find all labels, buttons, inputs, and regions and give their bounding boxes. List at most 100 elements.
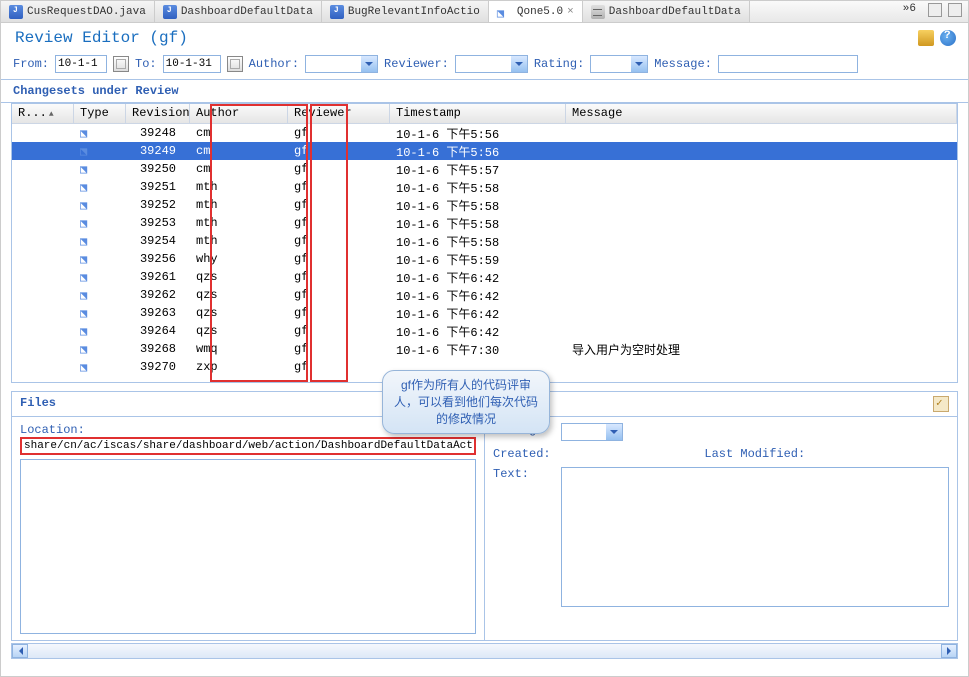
reviewer-select[interactable] bbox=[455, 55, 528, 73]
changeset-icon: ⬔ bbox=[80, 216, 96, 228]
chevron-down-icon[interactable] bbox=[606, 424, 622, 440]
cell-rev: 39253 bbox=[126, 215, 190, 231]
chevron-down-icon[interactable] bbox=[361, 56, 377, 72]
chevron-down-icon[interactable] bbox=[511, 56, 527, 72]
col-author[interactable]: Author bbox=[190, 104, 288, 123]
cell-auth: cm bbox=[190, 125, 288, 141]
to-input[interactable] bbox=[163, 55, 221, 73]
message-input[interactable] bbox=[718, 55, 858, 73]
cell-type: ⬔ bbox=[74, 215, 126, 232]
rating-select[interactable] bbox=[590, 55, 648, 73]
scroll-left-button[interactable] bbox=[12, 644, 28, 658]
rating-label: Rating: bbox=[534, 57, 584, 71]
scroll-right-button[interactable] bbox=[941, 644, 957, 658]
package-icon[interactable] bbox=[918, 30, 934, 46]
col-timestamp[interactable]: Timestamp bbox=[390, 104, 566, 123]
lastmod-label: Last Modified: bbox=[704, 447, 805, 461]
author-label: Author: bbox=[249, 57, 299, 71]
tab-cusrequestdao-java[interactable]: CusRequestDAO.java bbox=[1, 1, 155, 22]
tabs-overflow[interactable]: »6 bbox=[897, 1, 922, 22]
tab-dashboarddefaultdata[interactable]: DashboardDefaultData bbox=[583, 1, 750, 22]
chevron-down-icon[interactable] bbox=[631, 56, 647, 72]
cell-ts: 10-1-6 下午5:58 bbox=[390, 178, 566, 197]
tab-bugrelevantinfoactio[interactable]: BugRelevantInfoActio bbox=[322, 1, 489, 22]
table-row[interactable]: ⬔39261qzsgf10-1-6 下午6:42 bbox=[12, 268, 957, 286]
location-input[interactable] bbox=[20, 437, 476, 455]
tab-label: CusRequestDAO.java bbox=[27, 6, 146, 18]
rating-input[interactable] bbox=[591, 56, 631, 72]
table-row[interactable]: ⬔39254mthgf10-1-6 下午5:58 bbox=[12, 232, 957, 250]
close-icon[interactable]: × bbox=[567, 6, 574, 18]
cell-auth: wmq bbox=[190, 341, 288, 357]
cell-msg bbox=[566, 276, 957, 278]
changesets-section-label: Changesets under Review bbox=[1, 80, 968, 103]
col-r[interactable]: R...▲ bbox=[12, 104, 74, 123]
table-row[interactable]: ⬔39250cmgf10-1-6 下午5:57 bbox=[12, 160, 957, 178]
cell-rev: 39254 bbox=[126, 233, 190, 249]
cell-revw: gf bbox=[288, 341, 390, 357]
cell-type: ⬔ bbox=[74, 197, 126, 214]
cell-rev: 39251 bbox=[126, 179, 190, 195]
col-message[interactable]: Message bbox=[566, 104, 957, 123]
author-select[interactable] bbox=[305, 55, 378, 73]
author-input[interactable] bbox=[306, 56, 361, 72]
table-row[interactable]: ⬔39248cmgf10-1-6 下午5:56 bbox=[12, 124, 957, 142]
review-text-area[interactable] bbox=[561, 467, 949, 607]
cell-revw: gf bbox=[288, 125, 390, 141]
file-rating-input[interactable] bbox=[562, 424, 606, 440]
table-row[interactable]: ⬔39263qzsgf10-1-6 下午6:42 bbox=[12, 304, 957, 322]
help-icon[interactable] bbox=[940, 30, 956, 46]
cell-revw: gf bbox=[288, 323, 390, 339]
cell-revw: gf bbox=[288, 269, 390, 285]
maximize-pane-icon[interactable] bbox=[948, 3, 962, 17]
cell-r bbox=[12, 186, 74, 188]
cell-msg bbox=[566, 222, 957, 224]
table-row[interactable]: ⬔39256whygf10-1-6 下午5:59 bbox=[12, 250, 957, 268]
table-row[interactable]: ⬔39251mthgf10-1-6 下午5:58 bbox=[12, 178, 957, 196]
page-title: Review Editor (gf) bbox=[15, 29, 188, 47]
tab-qone5-0[interactable]: ⬔ Qone5.0 × bbox=[489, 1, 583, 22]
header-bar: Review Editor (gf) bbox=[1, 23, 968, 51]
cell-msg bbox=[566, 132, 957, 134]
files-toggle-icon[interactable] bbox=[933, 396, 949, 412]
table-row[interactable]: ⬔39264qzsgf10-1-6 下午6:42 bbox=[12, 322, 957, 340]
text-label: Text: bbox=[493, 467, 551, 607]
table-row[interactable]: ⬔39249cmgf10-1-6 下午5:56 bbox=[12, 142, 957, 160]
java-file-icon bbox=[9, 5, 23, 19]
changeset-icon: ⬔ bbox=[80, 162, 96, 174]
cell-msg bbox=[566, 330, 957, 332]
cell-r bbox=[12, 240, 74, 242]
table-body[interactable]: ⬔39248cmgf10-1-6 下午5:56⬔39249cmgf10-1-6 … bbox=[12, 124, 957, 382]
cell-revw: gf bbox=[288, 359, 390, 375]
cell-rev: 39262 bbox=[126, 287, 190, 303]
review-icon: ⬔ bbox=[497, 6, 513, 18]
cell-ts: 10-1-6 下午7:30 bbox=[390, 340, 566, 359]
horizontal-scrollbar[interactable] bbox=[11, 643, 958, 659]
changesets-table: R...▲ Type Revision Author Reviewer Time… bbox=[11, 103, 958, 383]
cell-revw: gf bbox=[288, 251, 390, 267]
col-revision[interactable]: Revision bbox=[126, 104, 190, 123]
cell-r bbox=[12, 204, 74, 206]
table-row[interactable]: ⬔39252mthgf10-1-6 下午5:58 bbox=[12, 196, 957, 214]
calendar-from-icon[interactable] bbox=[113, 56, 129, 72]
col-reviewer[interactable]: Reviewer bbox=[288, 104, 390, 123]
changeset-icon: ⬔ bbox=[80, 126, 96, 138]
file-rating-select[interactable] bbox=[561, 423, 623, 441]
cell-rev: 39261 bbox=[126, 269, 190, 285]
cell-type: ⬔ bbox=[74, 143, 126, 160]
col-type[interactable]: Type bbox=[74, 104, 126, 123]
cell-msg bbox=[566, 204, 957, 206]
files-list-area[interactable] bbox=[20, 459, 476, 634]
table-row[interactable]: ⬔39262qzsgf10-1-6 下午6:42 bbox=[12, 286, 957, 304]
changeset-icon: ⬔ bbox=[80, 198, 96, 210]
table-row[interactable]: ⬔39253mthgf10-1-6 下午5:58 bbox=[12, 214, 957, 232]
minimize-pane-icon[interactable] bbox=[928, 3, 942, 17]
calendar-to-icon[interactable] bbox=[227, 56, 243, 72]
reviewer-input[interactable] bbox=[456, 56, 511, 72]
table-row[interactable]: ⬔39268wmqgf10-1-6 下午7:30导入用户为空时处理 bbox=[12, 340, 957, 358]
tab-dashboarddefaultdata[interactable]: DashboardDefaultData bbox=[155, 1, 322, 22]
tab-label: Qone5.0 bbox=[517, 6, 563, 18]
changeset-icon: ⬔ bbox=[80, 306, 96, 318]
cell-r bbox=[12, 276, 74, 278]
from-input[interactable] bbox=[55, 55, 107, 73]
